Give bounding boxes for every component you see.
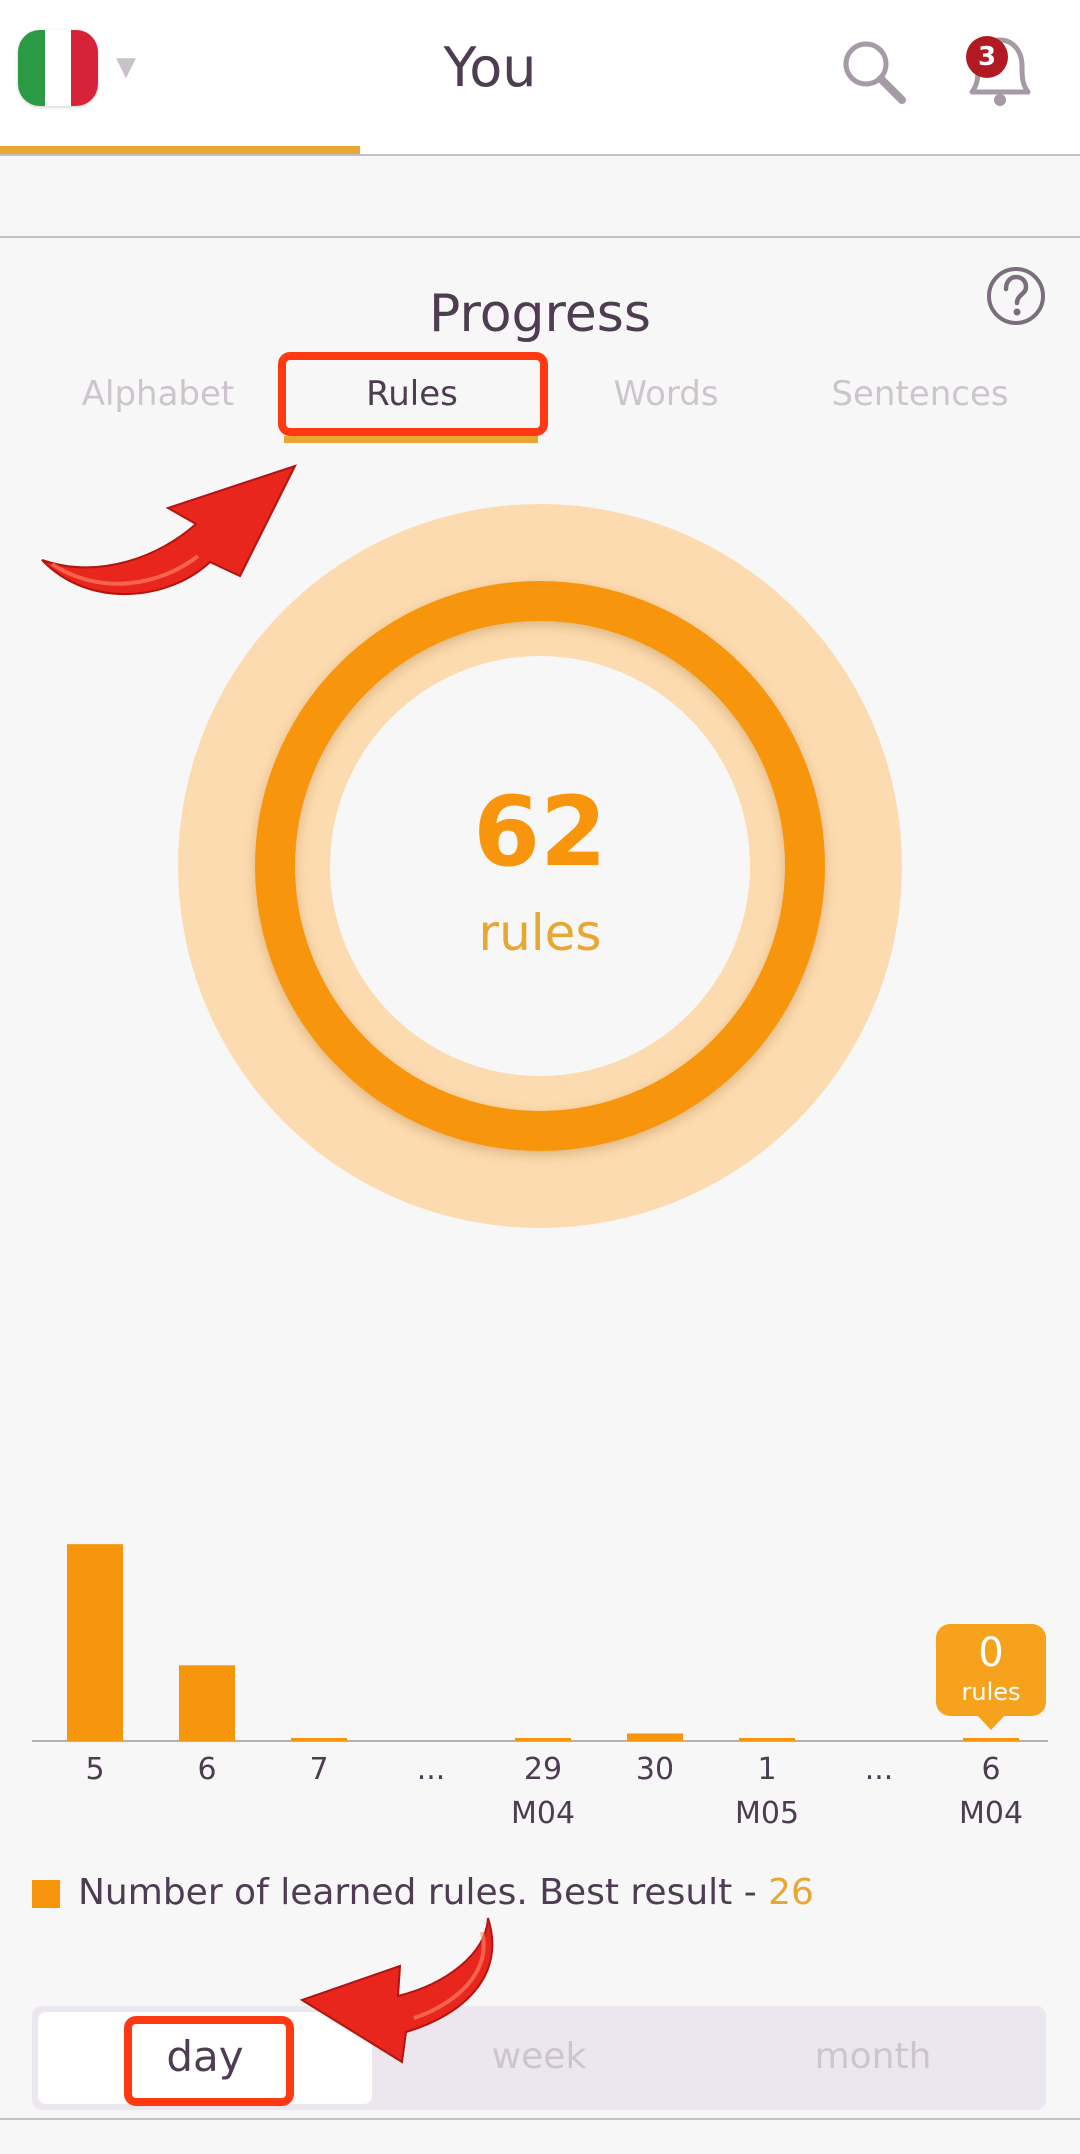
flag-stripe-red (71, 30, 98, 106)
chart-bar[interactable] (179, 1665, 235, 1741)
chart-month-label: M05 (735, 1796, 799, 1831)
progress-title: Progress (429, 284, 651, 344)
legend-swatch (32, 1880, 60, 1908)
rules-tab-highlight (278, 352, 548, 436)
selected-bar-tooltip: 0 rules (936, 1624, 1046, 1716)
chart-tick-label: 6 (981, 1752, 1000, 1787)
header-progress-indicator (0, 146, 360, 154)
ring-value: 62 (473, 776, 607, 888)
tab-words[interactable]: Words (566, 374, 766, 424)
ring-unit: rules (478, 904, 602, 962)
chart-tick-label: 5 (85, 1752, 104, 1787)
help-icon[interactable] (984, 264, 1048, 328)
tab-alphabet[interactable]: Alphabet (58, 374, 258, 424)
chart-bar[interactable] (627, 1733, 683, 1741)
tooltip-unit: rules (961, 1678, 1021, 1706)
period-week-button[interactable]: week (372, 2036, 706, 2077)
chevron-down-icon[interactable]: ▼ (116, 52, 136, 82)
tab-sentences[interactable]: Sentences (820, 374, 1020, 424)
chart-tick-label: 6 (197, 1752, 216, 1787)
legend-best-result: 26 (768, 1872, 814, 1913)
notification-badge: 3 (966, 36, 1008, 78)
period-month-button[interactable]: month (706, 2036, 1040, 2077)
day-button-highlight (124, 2016, 294, 2106)
daily-rules-bar-chart: 5 6 7... 29 M04 30 1 M05... 6 M04 (32, 1544, 1048, 1831)
chart-bar[interactable] (515, 1738, 571, 1741)
flag-stripe-white (44, 30, 72, 106)
chart-bar[interactable] (739, 1738, 795, 1741)
bottom-divider (0, 2118, 1080, 2120)
legend-text: Number of learned rules. Best result - 2… (78, 1872, 814, 1913)
italian-flag-icon[interactable] (18, 30, 98, 106)
chart-tick-label: 1 (757, 1752, 776, 1787)
legend-description: Number of learned rules. Best result - (78, 1872, 769, 1913)
chart-month-label: M04 (511, 1796, 575, 1831)
chart-bar[interactable] (963, 1738, 1019, 1741)
flag-stripe-green (18, 30, 45, 106)
subbar-divider (0, 236, 1080, 238)
sub-toolbar (0, 156, 1080, 238)
chart-month-label: M04 (959, 1796, 1023, 1831)
tooltip-pointer (976, 1714, 1006, 1730)
chart-bar[interactable] (291, 1738, 347, 1741)
chart-tick-label: ... (865, 1752, 894, 1787)
chart-tick-label: 29 (524, 1752, 562, 1787)
tooltip-value: 0 (978, 1630, 1004, 1676)
search-icon[interactable] (838, 36, 910, 108)
chart-tick-label: ... (417, 1752, 446, 1787)
page-title: You (443, 36, 537, 99)
chart-bar[interactable] (67, 1544, 123, 1741)
active-tab-underline (284, 436, 538, 443)
chart-tick-label: 30 (636, 1752, 674, 1787)
chart-tick-label: 7 (309, 1752, 328, 1787)
